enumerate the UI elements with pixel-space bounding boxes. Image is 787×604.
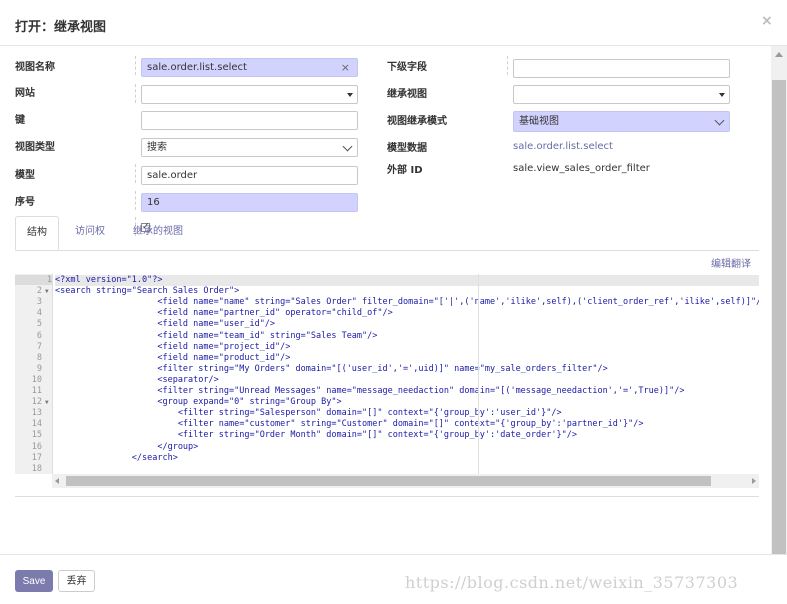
line-number: 2: [36, 286, 42, 297]
line-number: 3: [36, 297, 42, 308]
close-icon[interactable]: ×: [761, 13, 773, 29]
view-name-value: sale.order.list.select: [147, 62, 247, 73]
line-number: 8: [36, 352, 42, 363]
line-number: 13: [31, 408, 42, 419]
view-type-value: 搜索: [147, 142, 167, 153]
line-number: 7: [36, 341, 42, 352]
code-line: <search string="Search Sales Order">: [55, 286, 240, 297]
tab-inherited-views[interactable]: 继承的视图: [122, 216, 194, 250]
discard-button[interactable]: 丢弃: [58, 570, 95, 592]
line-number: 1: [15, 275, 52, 285]
dialog-header: 打开：继承视图 ×: [0, 0, 787, 46]
inherit-view-select[interactable]: [513, 85, 730, 104]
external-id-label: 外部 ID: [387, 165, 423, 176]
code-line: <filter string="My Orders" domain="[('us…: [55, 363, 608, 374]
chevron-down-icon: [342, 141, 353, 152]
clear-icon[interactable]: ×: [341, 59, 350, 76]
save-button[interactable]: Save: [15, 570, 53, 592]
line-number: 9: [36, 363, 42, 374]
inherit-mode-label: 视图继承模式: [387, 116, 447, 127]
code-line: <field name="product_id"/>: [55, 352, 291, 363]
model-data-link[interactable]: sale.order.list.select: [513, 141, 613, 152]
vertical-scrollbar[interactable]: [771, 46, 787, 554]
code-line: <filter string="Unread Messages" name="m…: [55, 386, 685, 396]
inherit-view-label: 继承视图: [387, 89, 427, 100]
line-number: 4: [36, 308, 42, 319]
code-line: <separator/>: [55, 374, 219, 385]
inherit-mode-value: 基础视图: [519, 116, 559, 127]
code-line: <field name="name" string="Sales Order" …: [55, 297, 759, 308]
code-editor[interactable]: 1 2 ▼ 3 4 5 6 7 8 9 10 11 12 ▼ 13 14 15 16 17 18 <?xml vers…: [15, 274, 759, 488]
dialog: 打开：继承视图 × 视图名称 sale.order.list.select × …: [0, 0, 787, 604]
edit-translation-link[interactable]: 编辑翻译: [711, 255, 751, 270]
print-margin: [478, 274, 479, 474]
child-field-input[interactable]: [513, 59, 730, 78]
code-line: <field name="user_id"/>: [55, 319, 276, 330]
line-number: 12: [31, 397, 42, 408]
scrollbar-thumb[interactable]: [66, 476, 711, 486]
dialog-footer: Save 丢弃 https://blog.csdn.net/weixin_357…: [0, 554, 787, 604]
model-input[interactable]: sale.order: [141, 166, 358, 185]
line-number: 14: [31, 419, 42, 430]
arrow-left-icon[interactable]: [55, 478, 59, 484]
sequence-label: 序号: [15, 197, 35, 208]
line-number: 17: [31, 452, 42, 463]
line-number: 16: [31, 441, 42, 452]
divider: [15, 496, 759, 497]
model-label: 模型: [15, 170, 35, 181]
fold-toggle-icon[interactable]: ▼: [45, 288, 49, 295]
code-line: </search>: [55, 452, 178, 463]
website-select[interactable]: [141, 85, 358, 104]
notebook-tabs: 结构 访问权 继承的视图: [15, 216, 759, 251]
line-number: 18: [31, 463, 42, 474]
line-number: 11: [31, 386, 42, 396]
fold-toggle-icon[interactable]: ▼: [45, 399, 49, 406]
code-line: <group expand="0" string="Group By">: [55, 397, 342, 408]
caret-down-icon: [719, 93, 725, 97]
code-line: </group>: [55, 441, 199, 452]
dialog-title: 打开：继承视图: [15, 20, 107, 35]
chevron-down-icon: [714, 115, 725, 126]
model-value: sale.order: [147, 170, 198, 181]
code-line: <?xml version="1.0"?>: [55, 275, 759, 286]
tab-access[interactable]: 访问权: [64, 216, 116, 250]
code-line: <field name="team_id" string="Sales Team…: [55, 330, 378, 341]
key-input[interactable]: [141, 111, 358, 130]
watermark: https://blog.csdn.net/weixin_35737303: [405, 573, 739, 592]
tab-structure[interactable]: 结构: [15, 216, 59, 250]
horizontal-scrollbar[interactable]: [52, 474, 759, 488]
code-line: <field name="partner_id" operator="child…: [55, 308, 393, 319]
line-number: 15: [31, 430, 42, 441]
view-type-label: 视图类型: [15, 142, 55, 153]
scrollbar-thumb[interactable]: [772, 80, 786, 554]
caret-down-icon: [347, 93, 353, 97]
sequence-value: 16: [147, 197, 160, 208]
model-data-label: 模型数据: [387, 143, 427, 154]
line-number: 10: [31, 374, 42, 385]
code-line: <field name="project_id"/>: [55, 341, 291, 352]
key-label: 键: [15, 115, 25, 126]
code-line: <filter string="Order Month" domain="[]"…: [55, 430, 577, 441]
line-number: 6: [36, 330, 42, 341]
external-id-value: sale.view_sales_order_filter: [513, 163, 650, 174]
view-name-label: 视图名称: [15, 62, 55, 73]
website-label: 网站: [15, 88, 35, 99]
code-line: <filter string="Salesperson" domain="[]"…: [55, 408, 562, 419]
arrow-up-icon[interactable]: [775, 52, 783, 57]
sequence-input[interactable]: 16: [141, 193, 358, 212]
view-type-select[interactable]: 搜索: [141, 138, 358, 157]
child-field-label: 下级字段: [387, 62, 427, 73]
inherit-mode-select[interactable]: 基础视图: [513, 111, 730, 132]
code-line: <filter name="customer" string="Customer…: [55, 419, 644, 430]
line-number: 5: [36, 319, 42, 330]
arrow-right-icon[interactable]: [752, 478, 756, 484]
view-name-field[interactable]: sale.order.list.select ×: [141, 58, 358, 77]
